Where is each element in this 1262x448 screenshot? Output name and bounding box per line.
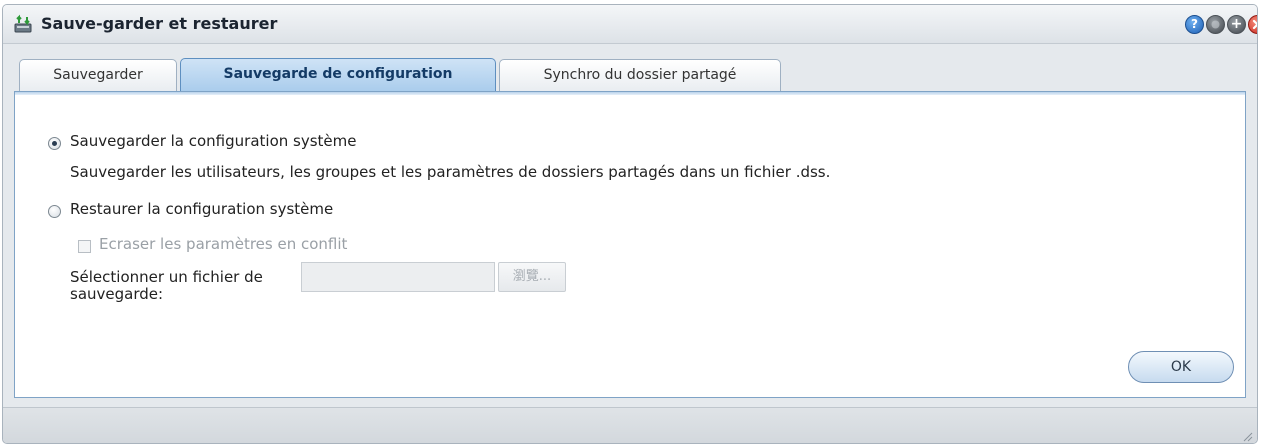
title-bar[interactable]: Sauve-garder et restaurer ? +	[3, 5, 1257, 44]
ok-button[interactable]: OK	[1128, 351, 1234, 383]
help-button[interactable]: ?	[1185, 15, 1204, 34]
tab-configuration-backup[interactable]: Sauvegarde de configuration	[180, 58, 496, 92]
tab-backup[interactable]: Sauvegarder	[19, 59, 177, 91]
maximize-button[interactable]: +	[1227, 15, 1246, 34]
panel-top-border	[15, 92, 1245, 95]
overwrite-conflict-label: Ecraser les paramètres en conflit	[99, 235, 348, 253]
configuration-backup-panel: Sauvegarder la configuration système Sau…	[14, 91, 1246, 398]
backup-file-input[interactable]	[301, 262, 495, 292]
backup-config-description: Sauvegarder les utilisateurs, les groupe…	[70, 163, 831, 181]
tab-shared-folder-sync[interactable]: Synchro du dossier partagé	[499, 59, 781, 91]
resize-grip-icon[interactable]	[1241, 430, 1253, 442]
window-title: Sauve-garder et restaurer	[41, 14, 278, 33]
minimize-button[interactable]	[1206, 15, 1225, 34]
close-icon	[1252, 19, 1257, 30]
select-file-label-line1: Sélectionner un fichier de	[70, 268, 263, 286]
browse-button[interactable]: 瀏覽...	[498, 262, 566, 292]
status-bar	[3, 407, 1257, 443]
maximize-icon: +	[1230, 16, 1243, 32]
backup-config-radio[interactable]	[48, 137, 61, 150]
minimize-icon	[1211, 20, 1220, 29]
backup-restore-window: Sauve-garder et restaurer ? + Sauvegarde…	[2, 4, 1258, 444]
select-file-label-line2: sauvegarde:	[70, 285, 164, 303]
restore-config-radio[interactable]	[48, 205, 61, 218]
restore-config-label[interactable]: Restaurer la configuration système	[70, 200, 333, 218]
backup-config-label[interactable]: Sauvegarder la configuration système	[70, 132, 356, 150]
backup-app-icon	[14, 14, 32, 33]
help-icon: ?	[1191, 17, 1198, 31]
close-button[interactable]	[1248, 15, 1257, 34]
overwrite-conflict-checkbox[interactable]	[78, 240, 91, 253]
